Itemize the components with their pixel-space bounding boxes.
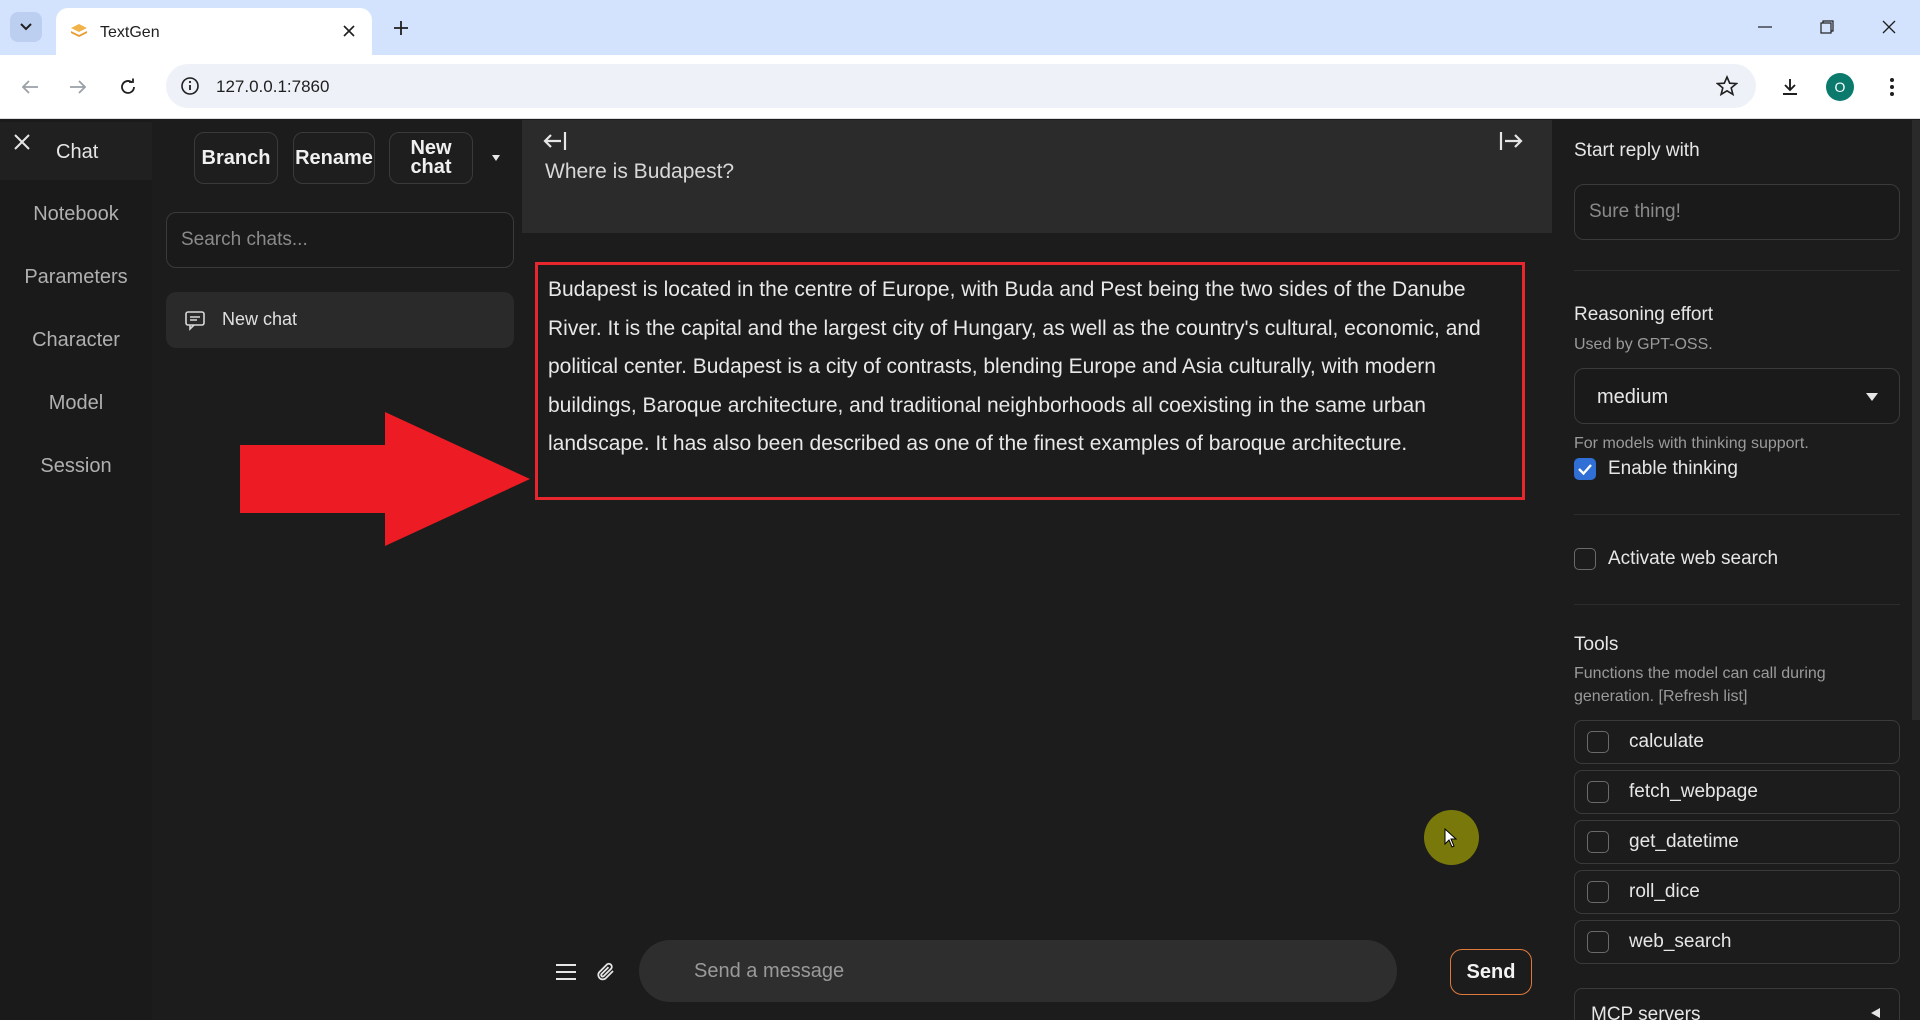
address-bar[interactable]: 127.0.0.1:7860 xyxy=(166,64,1756,108)
tool-item-web-search[interactable]: web_search xyxy=(1574,920,1900,964)
bookmark-star-icon[interactable] xyxy=(1716,75,1738,97)
new-tab-plus-icon[interactable] xyxy=(386,13,416,43)
conversation-area: Where is Budapest? Budapest is located i… xyxy=(522,120,1552,1020)
chevron-down-icon xyxy=(20,23,32,31)
caret-left-icon xyxy=(1871,1008,1880,1018)
tools-hint: Functions the model can call during gene… xyxy=(1574,665,1826,705)
caret-down-icon xyxy=(1866,393,1878,401)
download-icon[interactable] xyxy=(1772,69,1808,105)
start-reply-input[interactable] xyxy=(1574,184,1900,240)
enable-thinking-checkbox[interactable] xyxy=(1574,458,1596,480)
reasoning-effort-hint: Used by GPT-OSS. xyxy=(1574,336,1713,353)
nav-item-session[interactable]: Session xyxy=(0,455,152,478)
nav-item-model[interactable]: Model xyxy=(0,392,152,415)
close-window-icon[interactable] xyxy=(1866,10,1912,44)
tool-checkbox[interactable] xyxy=(1587,831,1609,853)
chat-list-label: New chat xyxy=(222,309,298,329)
assistant-message-text: Budapest is located in the centre of Eur… xyxy=(548,278,1481,455)
divider xyxy=(1574,604,1900,605)
reasoning-effort-value: medium xyxy=(1597,386,1669,408)
chat-history-panel: Branch Rename New chat New chat xyxy=(152,120,522,1020)
web-search-checkbox[interactable] xyxy=(1574,548,1596,570)
enable-thinking-label: Enable thinking xyxy=(1608,458,1738,479)
nav-item-notebook[interactable]: Notebook xyxy=(0,203,152,226)
user-message-block: Where is Budapest? xyxy=(522,120,1552,233)
url-text: 127.0.0.1:7860 xyxy=(216,77,330,96)
checkmark-icon xyxy=(1578,464,1592,476)
mcp-servers-accordion[interactable]: MCP servers xyxy=(1574,988,1900,1020)
browser-tab-strip: TextGen xyxy=(0,0,1920,55)
forward-arrow-icon[interactable] xyxy=(60,69,96,105)
tool-label: fetch_webpage xyxy=(1629,781,1758,802)
tool-label: web_search xyxy=(1629,931,1732,952)
profile-avatar[interactable]: O xyxy=(1826,73,1854,101)
tool-label: calculate xyxy=(1629,731,1704,752)
assistant-message-block: Budapest is located in the centre of Eur… xyxy=(535,262,1525,500)
search-chats-input[interactable] xyxy=(166,212,514,268)
close-icon[interactable] xyxy=(10,130,34,154)
site-info-icon[interactable] xyxy=(180,76,200,96)
tool-item-fetch-webpage[interactable]: fetch_webpage xyxy=(1574,770,1900,814)
tool-label: roll_dice xyxy=(1629,881,1700,902)
reload-icon[interactable] xyxy=(110,69,146,105)
rename-button[interactable]: Rename xyxy=(293,132,375,184)
tab-close-icon[interactable] xyxy=(338,20,360,42)
back-arrow-icon[interactable] xyxy=(12,69,48,105)
mcp-servers-label: MCP servers xyxy=(1591,1004,1701,1020)
message-input[interactable] xyxy=(639,940,1397,1002)
nav-item-character[interactable]: Character xyxy=(0,329,152,352)
tool-checkbox[interactable] xyxy=(1587,881,1609,903)
left-navigation: Chat Notebook Parameters Character Model… xyxy=(0,120,152,1020)
divider xyxy=(1574,514,1900,515)
user-message-text: Where is Budapest? xyxy=(545,160,735,183)
nav-item-label: Chat xyxy=(56,141,99,163)
browser-tab[interactable]: TextGen xyxy=(56,8,372,55)
hamburger-menu-icon[interactable] xyxy=(552,958,580,986)
collapse-right-panel-icon[interactable] xyxy=(1498,128,1524,154)
browser-toolbar: 127.0.0.1:7860 O xyxy=(0,55,1920,119)
paperclip-icon[interactable] xyxy=(592,958,620,986)
settings-scrollbar[interactable] xyxy=(1912,120,1920,720)
tools-label: Tools xyxy=(1574,634,1619,655)
web-search-label: Activate web search xyxy=(1608,548,1779,569)
minimize-window-icon[interactable] xyxy=(1742,10,1788,44)
thinking-support-hint: For models with thinking support. xyxy=(1574,435,1809,452)
start-reply-label: Start reply with xyxy=(1574,140,1700,161)
kebab-menu-icon[interactable] xyxy=(1874,69,1910,105)
reasoning-effort-select[interactable]: medium xyxy=(1574,368,1900,424)
tool-checkbox[interactable] xyxy=(1587,731,1609,753)
branch-button[interactable]: Branch xyxy=(194,132,278,184)
textgen-favicon-icon xyxy=(71,24,87,37)
tool-item-roll-dice[interactable]: roll_dice xyxy=(1574,870,1900,914)
nav-item-parameters[interactable]: Parameters xyxy=(0,266,152,289)
tool-item-calculate[interactable]: calculate xyxy=(1574,720,1900,764)
tool-checkbox[interactable] xyxy=(1587,781,1609,803)
new-chat-button[interactable]: New chat xyxy=(389,132,473,184)
settings-panel: Start reply with Reasoning effort Used b… xyxy=(1552,120,1920,1020)
tool-item-get-datetime[interactable]: get_datetime xyxy=(1574,820,1900,864)
chat-list-item[interactable]: New chat xyxy=(166,292,514,348)
tab-title: TextGen xyxy=(100,24,160,41)
tool-label: get_datetime xyxy=(1629,831,1739,852)
send-button[interactable]: Send xyxy=(1450,949,1532,995)
divider xyxy=(1574,270,1900,271)
chat-bubble-icon xyxy=(185,311,205,331)
caret-down-icon[interactable] xyxy=(488,150,504,166)
tool-checkbox[interactable] xyxy=(1587,931,1609,953)
mouse-pointer-icon xyxy=(1444,828,1458,848)
tab-search-button[interactable] xyxy=(10,12,42,42)
textgen-app: Chat Notebook Parameters Character Model… xyxy=(0,120,1920,1020)
restore-window-icon[interactable] xyxy=(1804,10,1850,44)
collapse-left-panel-icon[interactable] xyxy=(542,128,568,154)
red-arrow-annotation xyxy=(240,412,530,546)
reasoning-effort-label: Reasoning effort xyxy=(1574,304,1714,325)
